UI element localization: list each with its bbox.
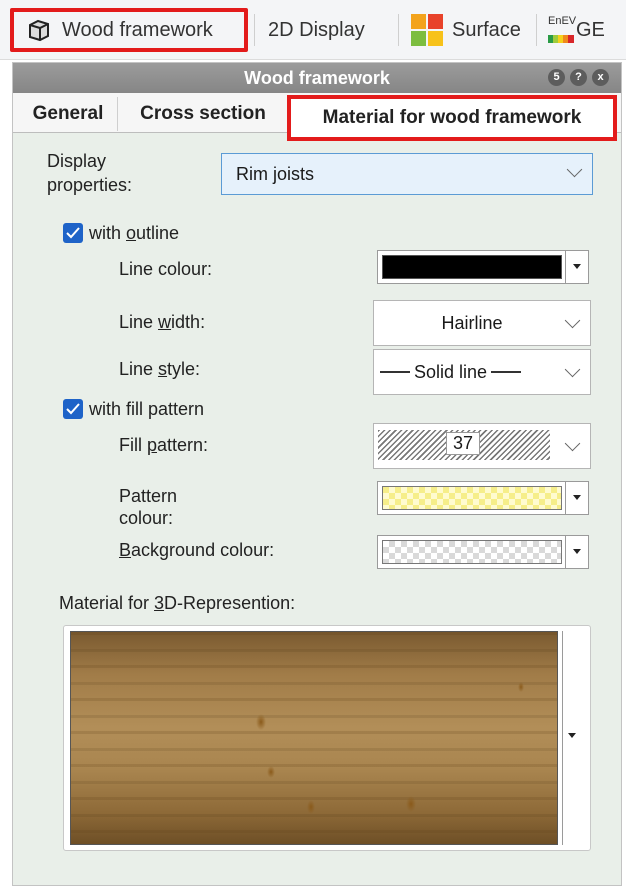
pattern-colour-label-line1: Pattern [119,486,178,506]
chevron-down-icon [564,312,581,329]
line-sample-right [491,371,522,373]
material-3d-label-mnemonic: 3 [154,593,165,613]
ribbon-separator [398,14,399,46]
line-colour-picker[interactable] [377,250,589,284]
dialog-title: Wood framework [244,67,390,88]
ribbon-separator [536,14,537,46]
with-outline-label-part: utline [136,223,180,243]
background-colour-label: Background colour: [119,540,274,561]
line-width-label-mnemonic: w [158,312,172,332]
enev-icon: EnEV [548,13,577,47]
dialog-tab-bar: General Cross section Material for wood … [13,93,621,141]
display-properties-value: Rim joists [236,163,315,184]
ribbon-toolbar: Wood framework 2D Display Surface EnEV G… [0,0,626,60]
display-properties-label-line1: Display [47,151,107,171]
material-3d-picker[interactable] [63,625,591,851]
dropdown-arrow-icon [565,251,588,283]
close-button[interactable]: x [592,69,609,86]
pin-button[interactable]: 5 [548,69,565,86]
chevron-down-icon [564,361,581,378]
ribbon-tab-enev-label: GE [576,18,605,41]
tab-cross-section[interactable]: Cross section [119,97,287,131]
line-style-dropdown[interactable]: Solid line [373,349,591,395]
fill-pattern-label-part: Fill [119,435,147,455]
pattern-colour-picker[interactable] [377,481,589,515]
background-colour-label-part: ackground colour: [131,540,275,560]
tab-material-label: Material for wood framework [322,107,582,128]
tab-material-for-wood-framework[interactable]: Material for wood framework [287,95,617,141]
tab-general[interactable]: General [19,97,118,131]
line-colour-swatch [382,255,562,279]
enev-icon-text: EnEV [548,15,577,27]
pattern-colour-swatch [382,486,562,510]
line-width-label: Line width: [119,312,205,333]
ribbon-tab-wood-label: Wood framework [62,18,213,41]
line-sample-left [380,371,410,373]
dropdown-arrow-icon [568,733,576,738]
display-properties-label: Display properties: [47,149,132,197]
line-style-value: Solid line [414,361,488,382]
with-outline-label-mnemonic: o [126,223,137,243]
line-style-label-part: Line [119,359,159,379]
fill-pattern-label-mnemonic: p [147,435,158,455]
line-width-label-part: idth: [171,312,206,332]
tab-cross-section-label: Cross section [140,103,266,124]
help-button[interactable]: ? [570,69,587,86]
dropdown-arrow-icon [565,536,588,568]
surface-grid-icon [410,13,444,47]
fill-pattern-dropdown[interactable]: 37 [373,423,591,469]
line-style-label: Line style: [119,359,200,380]
background-colour-picker[interactable] [377,535,589,569]
picker-divider [562,631,563,845]
fill-pattern-label: Fill pattern: [119,435,208,456]
wood-framework-dialog: Wood framework 5 ? x General Cross secti… [12,62,622,886]
chevron-down-icon [566,161,583,178]
with-fill-pattern-label: with fill pattern [89,399,205,419]
wood-cube-icon [26,17,52,43]
material-3d-label-part: D-Represention: [164,593,296,613]
display-properties-dropdown[interactable]: Rim joists [221,153,593,195]
line-style-label-mnemonic: s [158,359,168,379]
background-colour-label-mnemonic: B [119,540,132,560]
with-outline-label: with outline [89,223,179,244]
with-outline-checkbox[interactable] [63,223,83,243]
ribbon-tab-surface-label: Surface [452,18,521,41]
ribbon-tab-enev[interactable]: EnEV GE [548,8,605,52]
material-3d-label: Material for 3D-Represention: [59,593,295,614]
background-colour-swatch [382,540,562,564]
dropdown-arrow-icon [565,482,588,514]
ribbon-tab-surface[interactable]: Surface [410,8,521,52]
material-3d-label-part: Material for [59,593,155,613]
with-fill-pattern-checkbox[interactable] [63,399,83,419]
fill-pattern-label-part: attern: [157,435,209,455]
tab-general-label: General [32,103,104,124]
fill-pattern-number: 37 [446,432,481,455]
dialog-title-bar: Wood framework 5 ? x [13,63,621,93]
line-style-label-part: tyle: [167,359,201,379]
display-properties-label-line2: properties: [47,175,133,195]
ribbon-separator [254,14,255,46]
wood-texture-preview [70,631,558,845]
line-width-dropdown[interactable]: Hairline [373,300,591,346]
ribbon-tab-2d-label: 2D Display [268,18,365,41]
with-outline-label-part: with [89,223,127,243]
line-colour-label: Line colour: [119,259,213,279]
pattern-colour-label: Pattern colour: [119,485,177,529]
line-width-label-part: Line [119,312,159,332]
ribbon-tab-2d-display[interactable]: 2D Display [268,8,365,52]
ribbon-tab-wood-framework[interactable]: Wood framework [10,8,248,52]
line-width-value: Hairline [441,312,503,333]
chevron-down-icon [564,435,581,452]
pattern-colour-label-line2: colour: [119,508,174,528]
